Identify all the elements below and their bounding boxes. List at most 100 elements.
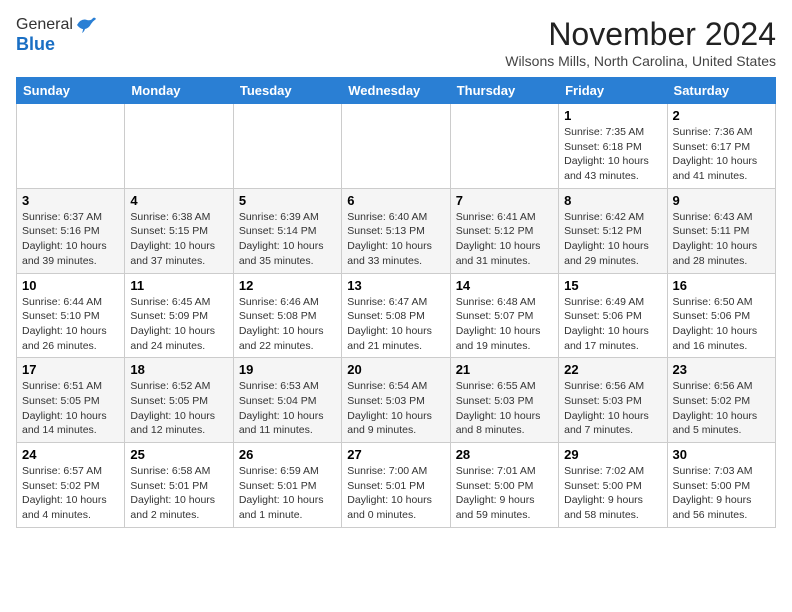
day-number: 10 bbox=[22, 278, 119, 293]
calendar-header-row: SundayMondayTuesdayWednesdayThursdayFrid… bbox=[17, 78, 776, 104]
calendar-cell: 18 Sunrise: 6:52 AM Sunset: 5:05 PM Dayli… bbox=[125, 358, 233, 443]
day-number: 18 bbox=[130, 362, 227, 377]
day-number: 12 bbox=[239, 278, 336, 293]
calendar-cell: 15Sunrise: 6:49 AM Sunset: 5:06 PM Dayli… bbox=[559, 273, 667, 358]
day-info: Sunrise: 6:56 AM Sunset: 5:02 PM Dayligh… bbox=[673, 379, 770, 438]
calendar-cell: 6 Sunrise: 6:40 AM Sunset: 5:13 PM Daylig… bbox=[342, 188, 450, 273]
day-number: 9 bbox=[673, 193, 770, 208]
calendar-cell: 7Sunrise: 6:41 AM Sunset: 5:12 PM Daylig… bbox=[450, 188, 558, 273]
calendar-cell: 22 Sunrise: 6:56 AM Sunset: 5:03 PM Dayli… bbox=[559, 358, 667, 443]
calendar-week-row: 1 Sunrise: 7:35 AM Sunset: 6:18 PM Daylig… bbox=[17, 104, 776, 189]
column-header-thursday: Thursday bbox=[450, 78, 558, 104]
day-info: Sunrise: 6:56 AM Sunset: 5:03 PM Dayligh… bbox=[564, 379, 661, 438]
day-number: 29 bbox=[564, 447, 661, 462]
day-info: Sunrise: 6:52 AM Sunset: 5:05 PM Dayligh… bbox=[130, 379, 227, 438]
calendar-cell: 19 Sunrise: 6:53 AM Sunset: 5:04 PM Dayli… bbox=[233, 358, 341, 443]
location-text: Wilsons Mills, North Carolina, United St… bbox=[505, 53, 776, 69]
day-number: 21 bbox=[456, 362, 553, 377]
day-info: Sunrise: 6:37 AM Sunset: 5:16 PM Dayligh… bbox=[22, 210, 119, 269]
day-info: Sunrise: 6:45 AM Sunset: 5:09 PM Dayligh… bbox=[130, 295, 227, 354]
calendar-cell: 9Sunrise: 6:43 AM Sunset: 5:11 PM Daylig… bbox=[667, 188, 775, 273]
calendar-cell: 21 Sunrise: 6:55 AM Sunset: 5:03 PM Dayli… bbox=[450, 358, 558, 443]
day-info: Sunrise: 7:00 AM Sunset: 5:01 PM Dayligh… bbox=[347, 464, 444, 523]
calendar-week-row: 17 Sunrise: 6:51 AM Sunset: 5:05 PM Dayli… bbox=[17, 358, 776, 443]
day-number: 2 bbox=[673, 108, 770, 123]
day-number: 16 bbox=[673, 278, 770, 293]
day-info: Sunrise: 6:50 AM Sunset: 5:06 PM Dayligh… bbox=[673, 295, 770, 354]
calendar-cell: 5 Sunrise: 6:39 AM Sunset: 5:14 PM Daylig… bbox=[233, 188, 341, 273]
day-number: 20 bbox=[347, 362, 444, 377]
column-header-tuesday: Tuesday bbox=[233, 78, 341, 104]
calendar-cell: 28 Sunrise: 7:01 AM Sunset: 5:00 PM Dayli… bbox=[450, 443, 558, 528]
day-number: 4 bbox=[130, 193, 227, 208]
day-number: 1 bbox=[564, 108, 661, 123]
calendar-cell bbox=[342, 104, 450, 189]
logo: General Blue bbox=[16, 16, 97, 55]
calendar-cell: 8 Sunrise: 6:42 AM Sunset: 5:12 PM Daylig… bbox=[559, 188, 667, 273]
calendar-cell: 3 Sunrise: 6:37 AM Sunset: 5:16 PM Daylig… bbox=[17, 188, 125, 273]
calendar-cell bbox=[17, 104, 125, 189]
month-title: November 2024 bbox=[505, 16, 776, 53]
day-info: Sunrise: 6:53 AM Sunset: 5:04 PM Dayligh… bbox=[239, 379, 336, 438]
day-info: Sunrise: 6:44 AM Sunset: 5:10 PM Dayligh… bbox=[22, 295, 119, 354]
day-info: Sunrise: 6:59 AM Sunset: 5:01 PM Dayligh… bbox=[239, 464, 336, 523]
calendar-week-row: 3 Sunrise: 6:37 AM Sunset: 5:16 PM Daylig… bbox=[17, 188, 776, 273]
day-number: 14 bbox=[456, 278, 553, 293]
day-number: 13 bbox=[347, 278, 444, 293]
calendar-cell: 2 Sunrise: 7:36 AM Sunset: 6:17 PM Daylig… bbox=[667, 104, 775, 189]
calendar-cell: 29 Sunrise: 7:02 AM Sunset: 5:00 PM Dayli… bbox=[559, 443, 667, 528]
calendar-cell: 30 Sunrise: 7:03 AM Sunset: 5:00 PM Dayli… bbox=[667, 443, 775, 528]
day-number: 6 bbox=[347, 193, 444, 208]
page-header: General Blue November 2024 Wilsons Mills… bbox=[16, 16, 776, 69]
calendar-cell: 24Sunrise: 6:57 AM Sunset: 5:02 PM Dayli… bbox=[17, 443, 125, 528]
day-number: 5 bbox=[239, 193, 336, 208]
calendar-cell: 20 Sunrise: 6:54 AM Sunset: 5:03 PM Dayli… bbox=[342, 358, 450, 443]
day-number: 23 bbox=[673, 362, 770, 377]
calendar-cell bbox=[233, 104, 341, 189]
day-number: 28 bbox=[456, 447, 553, 462]
day-number: 3 bbox=[22, 193, 119, 208]
column-header-friday: Friday bbox=[559, 78, 667, 104]
day-info: Sunrise: 6:51 AM Sunset: 5:05 PM Dayligh… bbox=[22, 379, 119, 438]
calendar-week-row: 10 Sunrise: 6:44 AM Sunset: 5:10 PM Dayli… bbox=[17, 273, 776, 358]
day-info: Sunrise: 7:02 AM Sunset: 5:00 PM Dayligh… bbox=[564, 464, 661, 523]
column-header-monday: Monday bbox=[125, 78, 233, 104]
day-number: 7 bbox=[456, 193, 553, 208]
calendar-cell: 14 Sunrise: 6:48 AM Sunset: 5:07 PM Dayli… bbox=[450, 273, 558, 358]
calendar-cell: 25 Sunrise: 6:58 AM Sunset: 5:01 PM Dayli… bbox=[125, 443, 233, 528]
day-info: Sunrise: 7:01 AM Sunset: 5:00 PM Dayligh… bbox=[456, 464, 553, 523]
day-info: Sunrise: 6:42 AM Sunset: 5:12 PM Dayligh… bbox=[564, 210, 661, 269]
day-info: Sunrise: 6:38 AM Sunset: 5:15 PM Dayligh… bbox=[130, 210, 227, 269]
logo-bird-icon bbox=[75, 16, 97, 34]
day-number: 25 bbox=[130, 447, 227, 462]
calendar-cell: 17 Sunrise: 6:51 AM Sunset: 5:05 PM Dayli… bbox=[17, 358, 125, 443]
calendar-cell: 26 Sunrise: 6:59 AM Sunset: 5:01 PM Dayli… bbox=[233, 443, 341, 528]
day-number: 8 bbox=[564, 193, 661, 208]
calendar-cell: 11Sunrise: 6:45 AM Sunset: 5:09 PM Dayli… bbox=[125, 273, 233, 358]
logo-blue-text: Blue bbox=[16, 34, 55, 55]
day-info: Sunrise: 6:46 AM Sunset: 5:08 PM Dayligh… bbox=[239, 295, 336, 354]
calendar-table: SundayMondayTuesdayWednesdayThursdayFrid… bbox=[16, 77, 776, 528]
day-number: 30 bbox=[673, 447, 770, 462]
day-info: Sunrise: 6:54 AM Sunset: 5:03 PM Dayligh… bbox=[347, 379, 444, 438]
day-number: 19 bbox=[239, 362, 336, 377]
day-number: 26 bbox=[239, 447, 336, 462]
day-info: Sunrise: 6:48 AM Sunset: 5:07 PM Dayligh… bbox=[456, 295, 553, 354]
calendar-cell: 23 Sunrise: 6:56 AM Sunset: 5:02 PM Dayli… bbox=[667, 358, 775, 443]
column-header-saturday: Saturday bbox=[667, 78, 775, 104]
calendar-cell bbox=[450, 104, 558, 189]
day-number: 17 bbox=[22, 362, 119, 377]
day-info: Sunrise: 6:55 AM Sunset: 5:03 PM Dayligh… bbox=[456, 379, 553, 438]
day-info: Sunrise: 6:58 AM Sunset: 5:01 PM Dayligh… bbox=[130, 464, 227, 523]
day-number: 15 bbox=[564, 278, 661, 293]
day-info: Sunrise: 7:35 AM Sunset: 6:18 PM Dayligh… bbox=[564, 125, 661, 184]
day-info: Sunrise: 6:47 AM Sunset: 5:08 PM Dayligh… bbox=[347, 295, 444, 354]
day-info: Sunrise: 7:36 AM Sunset: 6:17 PM Dayligh… bbox=[673, 125, 770, 184]
day-info: Sunrise: 6:39 AM Sunset: 5:14 PM Dayligh… bbox=[239, 210, 336, 269]
day-info: Sunrise: 6:40 AM Sunset: 5:13 PM Dayligh… bbox=[347, 210, 444, 269]
day-number: 22 bbox=[564, 362, 661, 377]
calendar-cell: 1 Sunrise: 7:35 AM Sunset: 6:18 PM Daylig… bbox=[559, 104, 667, 189]
title-section: November 2024 Wilsons Mills, North Carol… bbox=[505, 16, 776, 69]
calendar-cell bbox=[125, 104, 233, 189]
day-info: Sunrise: 7:03 AM Sunset: 5:00 PM Dayligh… bbox=[673, 464, 770, 523]
